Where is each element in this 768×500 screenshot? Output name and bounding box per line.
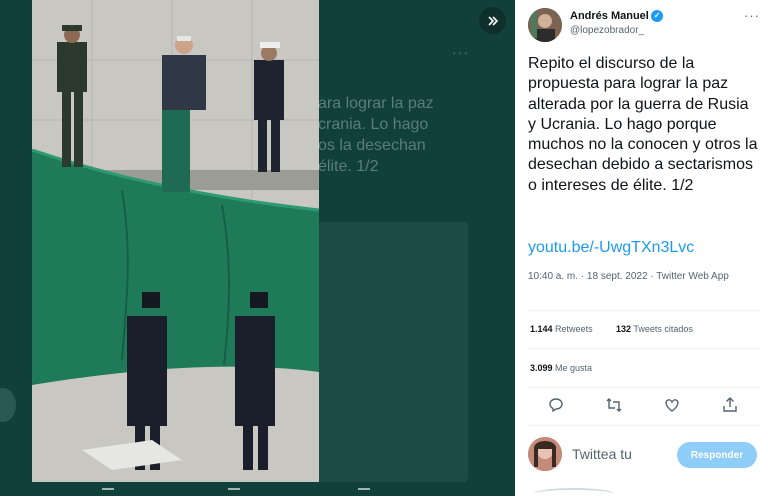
background-tweet-text: ara lograr la paz crania. Lo hago os la …: [318, 95, 434, 175]
divider: [528, 425, 760, 426]
media-like-icon[interactable]: [228, 488, 240, 496]
next-reply-avatar: [534, 488, 614, 500]
user-avatar[interactable]: [528, 437, 562, 471]
author-avatar[interactable]: [528, 8, 562, 42]
media-viewer: ara lograr la paz crania. Lo hago os la …: [0, 0, 515, 496]
tweet-text: Repito el discurso de la propuesta para …: [528, 55, 758, 194]
divider: [528, 348, 760, 349]
quotes-stat[interactable]: 132 Tweets citados: [616, 324, 693, 334]
more-options-icon[interactable]: ···: [744, 8, 760, 23]
quotes-count: 132: [616, 324, 632, 334]
like-icon[interactable]: [663, 396, 683, 416]
tweet-timestamp[interactable]: 10:40 a. m. · 18 sept. 2022 · Twitter We…: [528, 270, 743, 284]
verified-badge-icon: ✓: [651, 10, 663, 22]
likes-count: 3.099: [530, 363, 553, 373]
previous-arrow-button[interactable]: [0, 388, 16, 422]
expand-icon[interactable]: [479, 7, 506, 34]
likes-stat[interactable]: 3.099 Me gusta: [530, 363, 592, 373]
retweets-count: 1.144: [530, 324, 553, 334]
likes-label: Me gusta: [555, 363, 593, 373]
divider: [528, 387, 760, 388]
ceremony-photo: [32, 0, 319, 482]
photo-illustration: [32, 0, 319, 482]
retweets-label: Retweets: [555, 324, 593, 334]
author-handle[interactable]: @lopezobrador_: [570, 25, 644, 36]
quotes-label: Tweets citados: [633, 324, 693, 334]
author-name[interactable]: Andrés Manuel: [570, 10, 649, 22]
retweets-stat[interactable]: 1.144 Retweets: [530, 324, 593, 334]
tweet-link[interactable]: youtu.be/-UwgTXn3Lvc: [528, 239, 694, 257]
background-media-card: [318, 222, 468, 482]
divider: [528, 310, 760, 311]
reply-icon[interactable]: [547, 396, 567, 416]
share-icon[interactable]: [721, 396, 741, 416]
media-action-bar: [90, 488, 390, 496]
media-share-icon[interactable]: [358, 488, 370, 496]
media-reply-icon[interactable]: [102, 488, 114, 496]
background-more-icon: ···: [452, 44, 469, 60]
reply-input[interactable]: Twittea tu: [572, 446, 632, 462]
reply-button[interactable]: Responder: [677, 442, 757, 468]
retweet-icon[interactable]: [605, 396, 625, 416]
